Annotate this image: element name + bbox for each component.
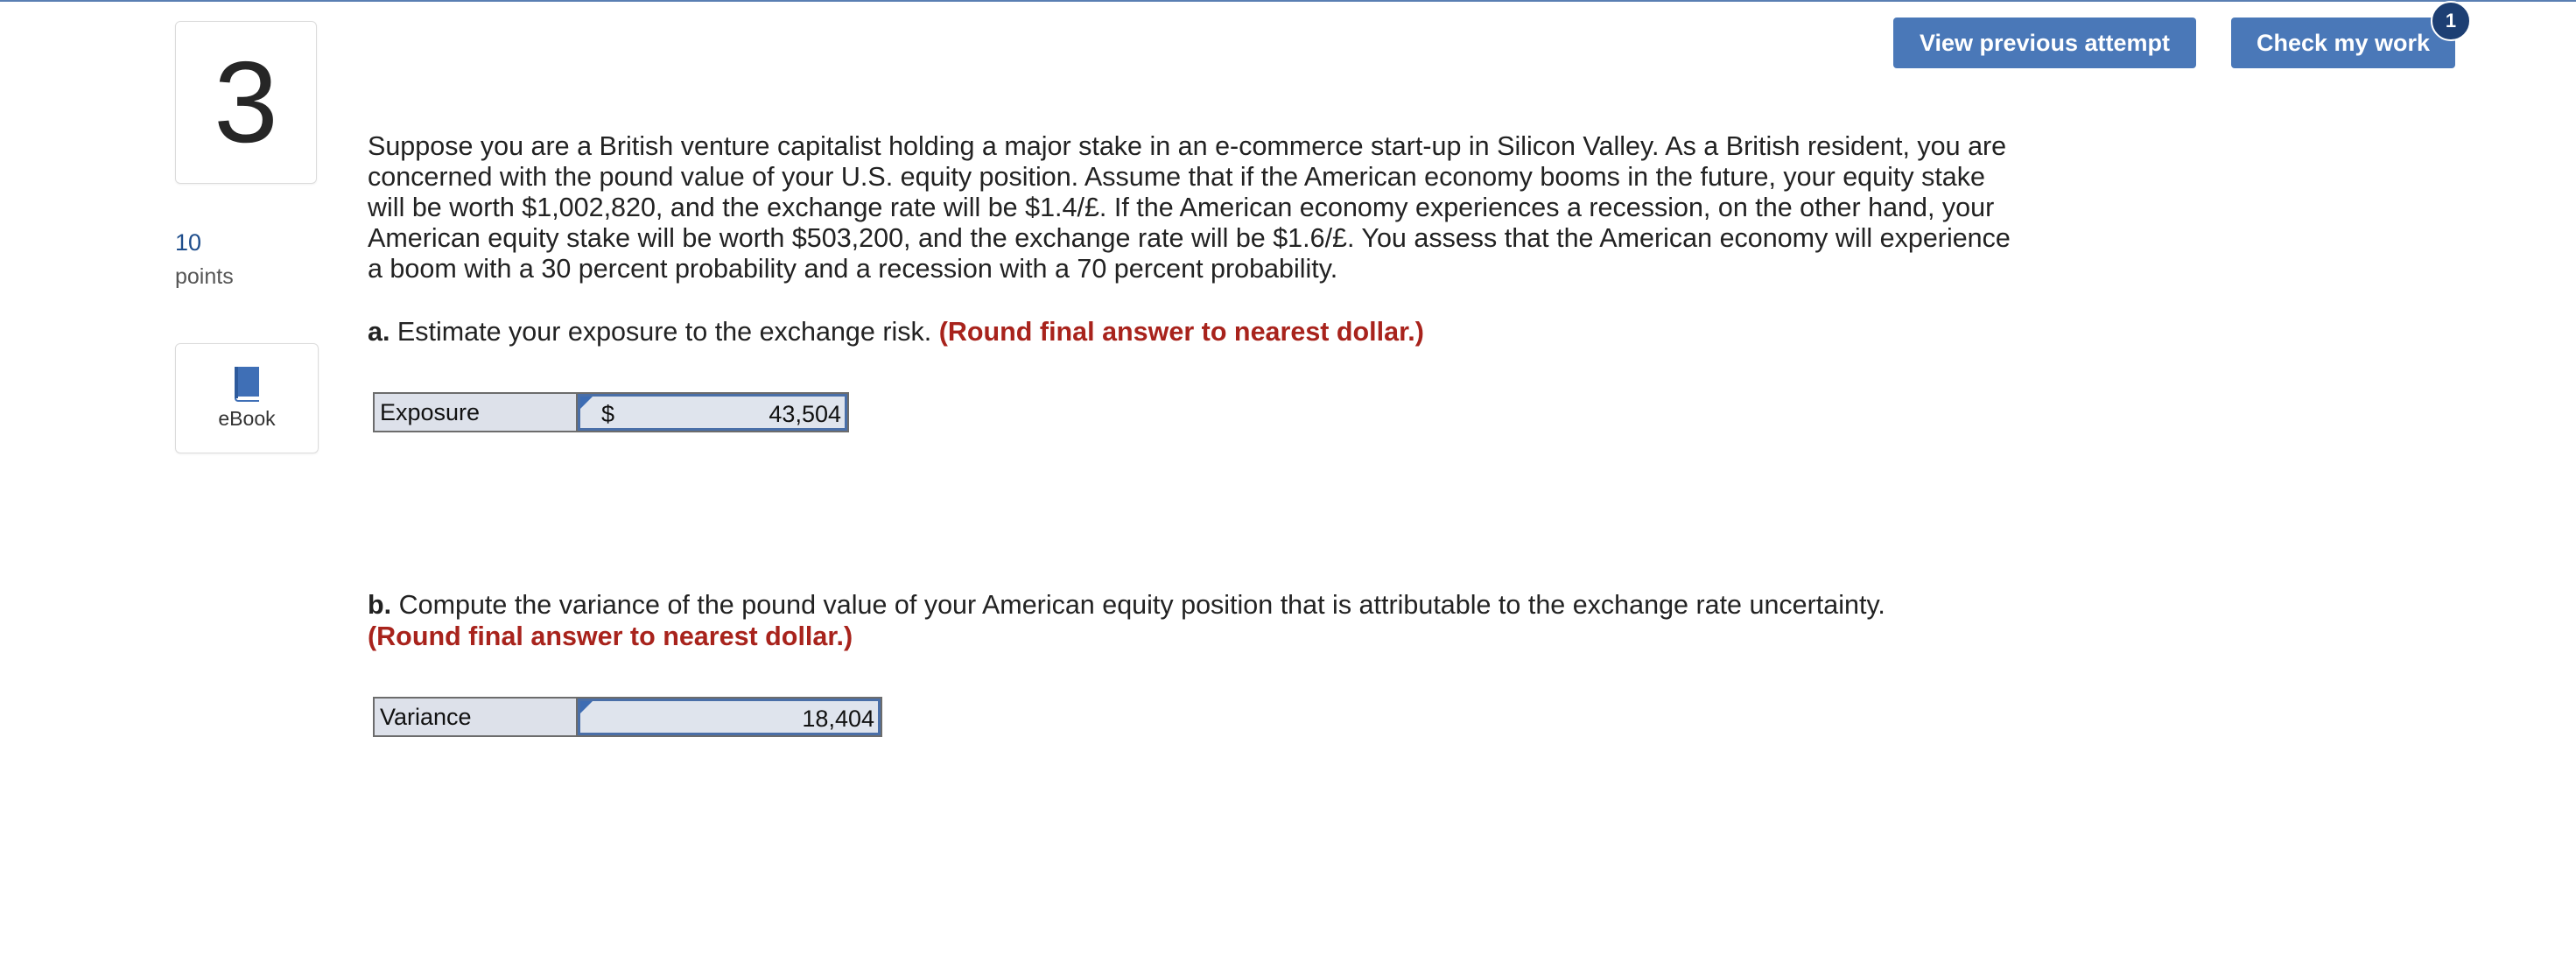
flag-icon xyxy=(580,701,593,713)
part-a-question: Estimate your exposure to the exchange r… xyxy=(397,317,932,347)
exposure-value: 43,504 xyxy=(769,401,841,427)
question-page: 3 10 points eBook View previous attempt … xyxy=(0,0,2576,962)
book-icon xyxy=(235,367,259,402)
part-b-round-note: (Round final answer to nearest dollar.) xyxy=(368,621,853,651)
part-b-prompt: b. Compute the variance of the pound val… xyxy=(368,589,2118,652)
variance-answer-row: Variance 18,404 xyxy=(373,697,882,737)
question-number: 3 xyxy=(214,38,278,166)
exposure-answer-row: Exposure $ 43,504 xyxy=(373,392,849,432)
check-work-count-badge: 1 xyxy=(2431,1,2471,41)
ebook-button[interactable]: eBook xyxy=(175,343,319,453)
question-text: Suppose you are a British venture capita… xyxy=(368,131,2011,284)
part-a-round-note: (Round final answer to nearest dollar.) xyxy=(938,317,1424,347)
ebook-label: eBook xyxy=(218,407,276,430)
part-b-question: Compute the variance of the pound value … xyxy=(398,590,1885,620)
variance-answer-field[interactable]: 18,404 xyxy=(578,699,881,735)
view-previous-attempt-button[interactable]: View previous attempt xyxy=(1893,18,2196,68)
flag-icon xyxy=(580,397,593,409)
points-label: points xyxy=(175,264,234,289)
exposure-answer-field[interactable]: $ 43,504 xyxy=(578,394,847,431)
top-divider xyxy=(0,0,2576,2)
question-number-card: 3 xyxy=(175,21,317,184)
check-my-work-button[interactable]: Check my work xyxy=(2231,18,2455,68)
variance-label: Variance xyxy=(375,699,578,735)
exposure-label: Exposure xyxy=(375,394,578,431)
part-b-letter: b. xyxy=(368,590,392,620)
points-value: 10 xyxy=(175,229,202,256)
part-a-letter: a. xyxy=(368,317,390,347)
variance-value: 18,404 xyxy=(802,706,874,732)
part-a-prompt: a. Estimate your exposure to the exchang… xyxy=(368,316,2118,348)
exposure-currency: $ xyxy=(601,401,615,427)
